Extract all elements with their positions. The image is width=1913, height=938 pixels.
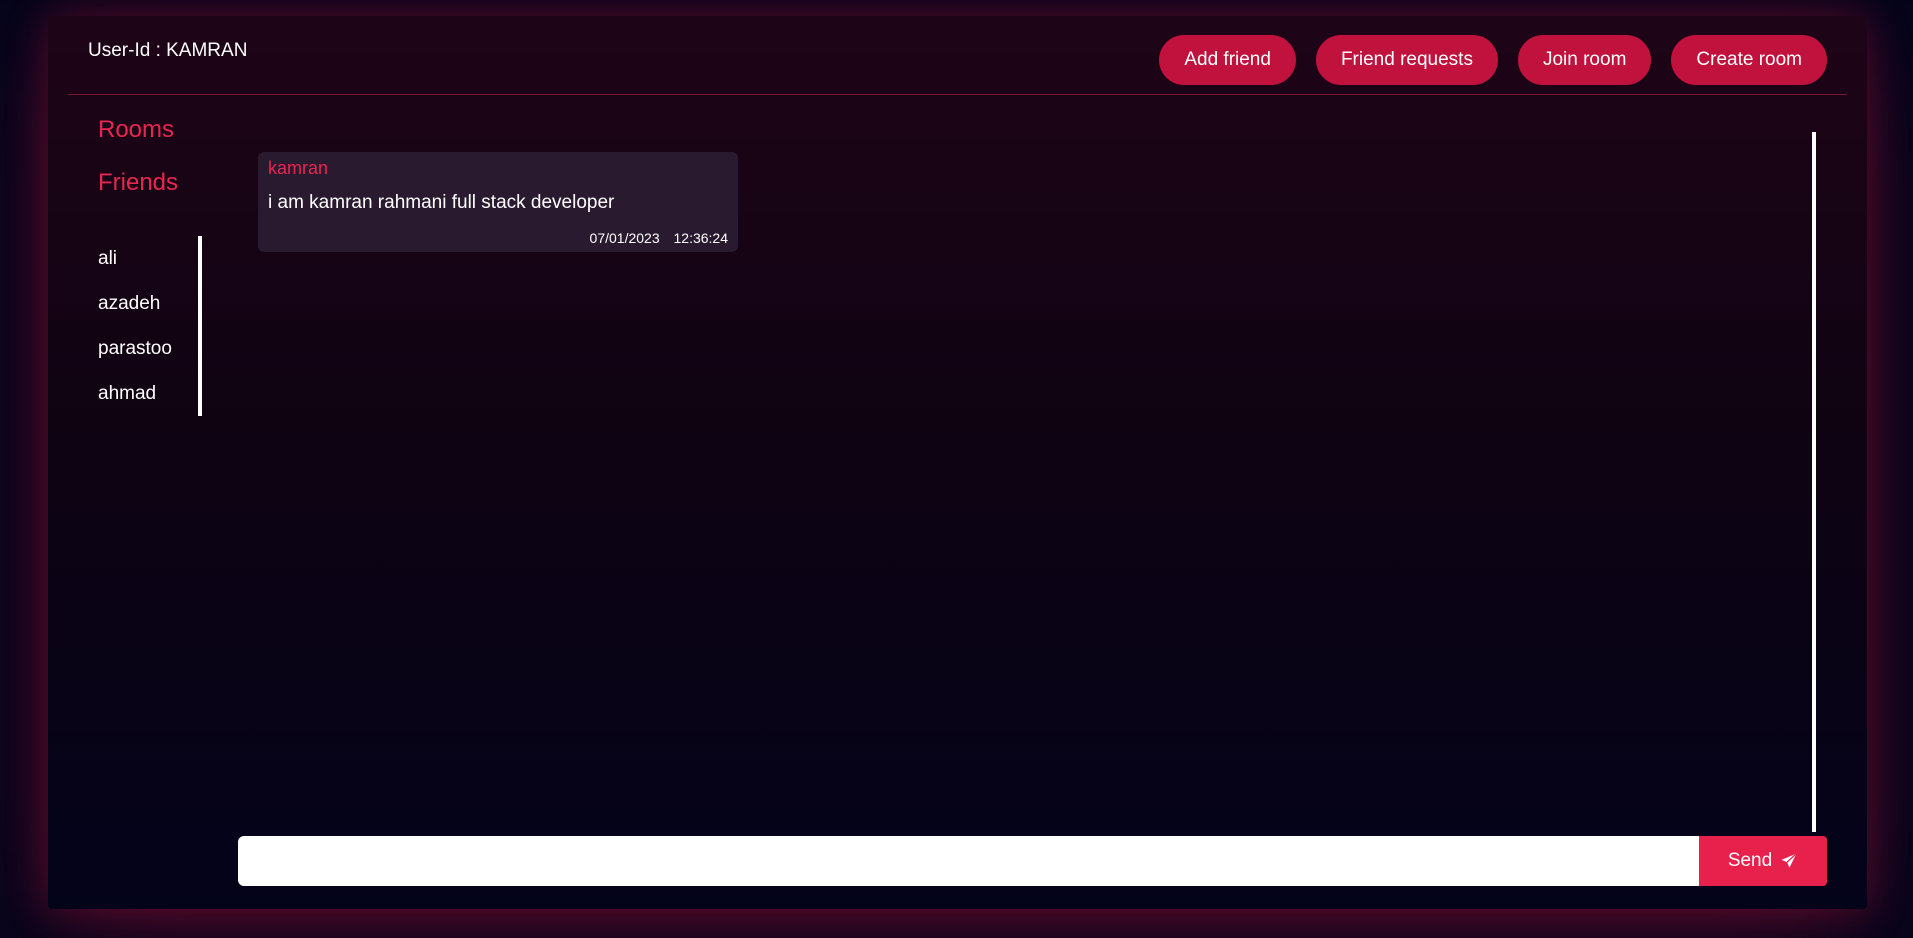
friend-item-ahmad[interactable]: ahmad [98, 371, 198, 416]
friend-requests-button[interactable]: Friend requests [1315, 35, 1498, 85]
message-author: kamran [268, 158, 329, 178]
message-scrollbar[interactable] [1812, 132, 1816, 832]
create-room-button[interactable]: Create room [1671, 35, 1827, 85]
app-header: User-Id : KAMRAN Add friend Friend reque… [68, 16, 1847, 95]
header-actions: Add friend Friend requests Join room Cre… [1159, 35, 1827, 85]
friend-item-ali[interactable]: ali [98, 236, 198, 281]
message-timestamp: 07/01/2023 12:36:24 [590, 230, 728, 246]
message-area: kamran i am kamran rahmani full stack de… [258, 116, 1816, 832]
user-id-label: User-Id : KAMRAN [88, 40, 248, 61]
join-room-button[interactable]: Join room [1517, 35, 1652, 85]
message-time: 12:36:24 [673, 230, 729, 246]
message-date: 07/01/2023 [589, 230, 660, 246]
message-text: i am kamran rahmani full stack developer [268, 192, 615, 213]
message-input[interactable] [238, 836, 1699, 886]
send-button-label: Send [1727, 850, 1773, 871]
message-bubble: kamran i am kamran rahmani full stack de… [258, 152, 738, 252]
paper-plane-icon [1780, 852, 1798, 870]
message-composer: Send [238, 836, 1827, 886]
friend-item-azadeh[interactable]: azadeh [98, 281, 198, 326]
friends-list: ali azadeh parastoo ahmad [98, 236, 202, 416]
rooms-heading[interactable]: Rooms [98, 116, 174, 144]
chat-app-window: User-Id : KAMRAN Add friend Friend reque… [48, 16, 1867, 909]
friend-item-parastoo[interactable]: parastoo [98, 326, 198, 371]
add-friend-button[interactable]: Add friend [1159, 35, 1296, 85]
friends-heading[interactable]: Friends [98, 169, 178, 197]
send-button[interactable]: Send [1699, 836, 1827, 886]
